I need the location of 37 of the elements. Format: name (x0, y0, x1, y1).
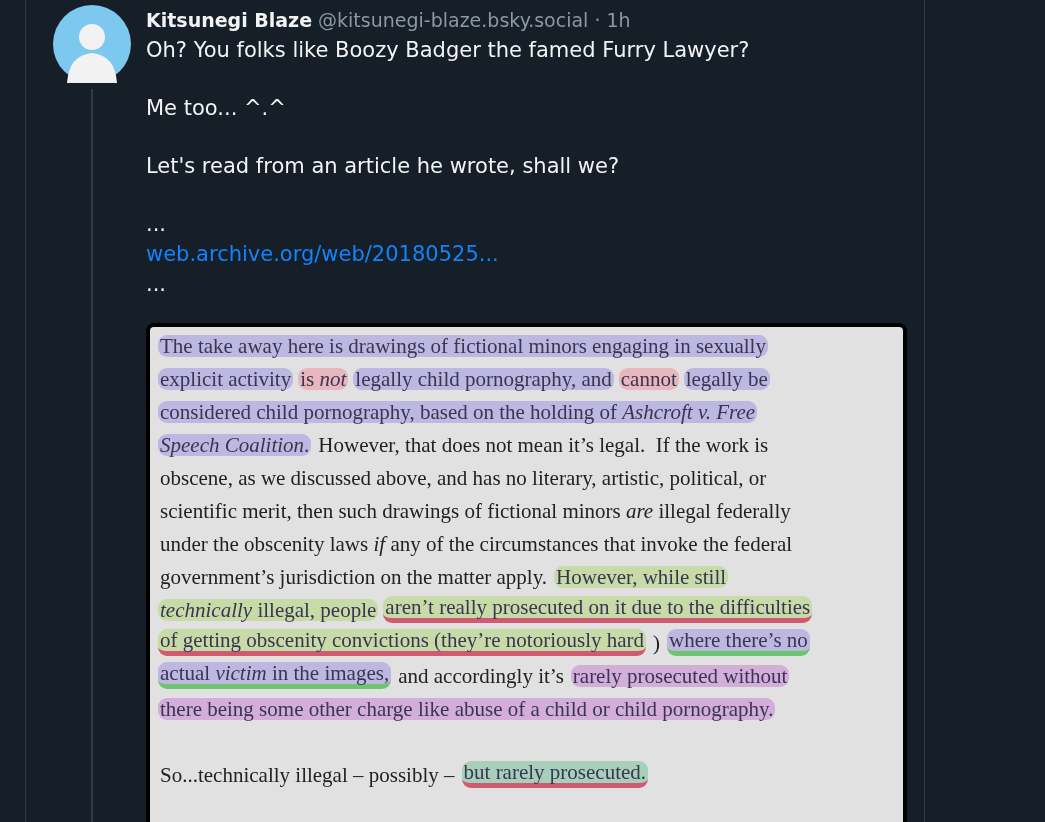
document-text: scientific merit, then such drawings of fictional minors are illegal federally (159, 499, 792, 522)
post-text: Let's read from an article he wrote, shall we? (146, 153, 620, 180)
document-text: and accordingly it’s (397, 664, 565, 687)
document-image[interactable] (146, 323, 907, 822)
document-text: ) (652, 631, 662, 654)
document-text: legally child pornography, and (353, 367, 614, 390)
document-text: of getting obscenity convictions (they’re notoriously hard (158, 629, 647, 656)
avatar-icon[interactable] (53, 5, 131, 83)
document-text: Speech Coalition. (158, 433, 312, 456)
post-text: Oh? You folks like Boozy Badger the famed Furry Lawyer? (146, 37, 750, 64)
document-text: is not (298, 367, 349, 390)
document-text: technically illegal, people (158, 598, 379, 621)
document-text: cannot (618, 367, 679, 390)
document-text: However, while still (554, 565, 729, 588)
post-text: ... (146, 211, 167, 238)
author-name[interactable]: Kitsunegi Blaze (146, 9, 313, 31)
document-text: but rarely prosecuted. (461, 761, 649, 788)
post-text: ... (146, 271, 167, 298)
document-text: However, that does not mean it’s legal. If the work is (317, 433, 770, 456)
document-text: obscene, as we discussed above, and has no literary, artistic, political, or (159, 466, 768, 489)
separator-dot: · (594, 9, 601, 31)
document-text: considered child pornography, based on the holding of Ashcroft v. Free (158, 400, 758, 423)
post-time[interactable]: 1h (606, 9, 631, 31)
author-handle[interactable]: @kitsunegi-blaze.bsky.social (318, 9, 589, 31)
document-text: under the obscenity laws if any of the circumstances that invoke the federal (159, 532, 794, 555)
document-text: aren’t really prosecuted on it due to the difficulties (383, 596, 813, 623)
document-text: rarely prosecuted without (570, 664, 790, 687)
document-text: legally be (683, 367, 770, 390)
document-text: The take away here is drawings of fictional minors engaging in sexually (158, 334, 768, 357)
document-text: explicit activity (158, 367, 294, 390)
document-text: where there’s no (667, 629, 810, 656)
document-text: there being some other charge like abuse of a child or child pornography. (158, 697, 776, 720)
document-text: government’s jurisdiction on the matter apply. (159, 565, 549, 588)
document-text: actual victim in the images, (158, 662, 392, 689)
document-text: So...technically illegal – possibly – (159, 763, 456, 786)
post-text: Me too... ^.^ (146, 95, 286, 122)
link[interactable]: web.archive.org/web/20180525... (146, 239, 499, 269)
